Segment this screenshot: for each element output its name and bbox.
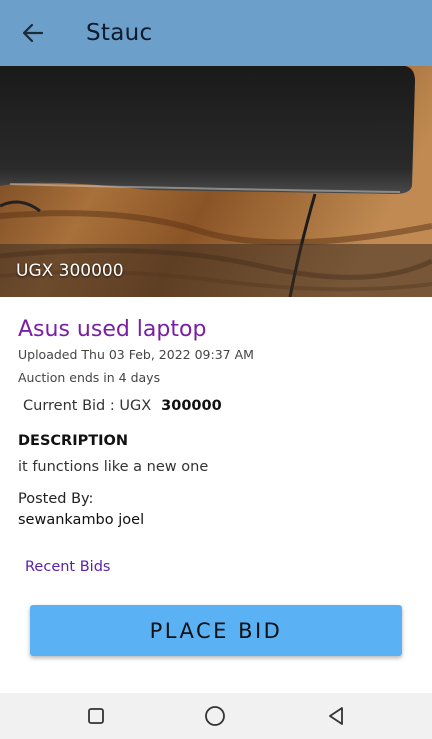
arrow-left-icon: [22, 23, 44, 43]
app-title: Stauc: [86, 20, 153, 46]
system-nav-bar: [0, 693, 432, 739]
description-text: it functions like a new one: [18, 459, 209, 475]
recents-button[interactable]: [85, 705, 107, 727]
price-overlay: UGX 300000: [0, 244, 432, 297]
recent-bids-link[interactable]: Recent Bids: [25, 559, 110, 575]
back-button[interactable]: [16, 16, 50, 50]
system-back-button[interactable]: [325, 705, 347, 727]
posted-by-name: sewankambo joel: [18, 512, 145, 528]
place-bid-button[interactable]: PLACE BID: [30, 605, 402, 656]
upload-date: Uploaded Thu 03 Feb, 2022 09:37 AM: [18, 347, 254, 362]
circle-icon: [205, 706, 225, 726]
posted-by-label: Posted By:: [18, 491, 94, 507]
current-bid-value: 300000: [161, 398, 222, 414]
square-icon: [88, 708, 104, 724]
home-button[interactable]: [204, 705, 226, 727]
current-bid-label: Current Bid : UGX: [23, 398, 152, 414]
triangle-back-icon: [329, 707, 343, 725]
auction-ends: Auction ends in 4 days: [18, 370, 161, 385]
listing-title: Asus used laptop: [18, 317, 207, 342]
current-bid: Current Bid : UGX 300000: [23, 398, 222, 414]
price-overlay-text: UGX 300000: [16, 260, 124, 281]
listing-image: UGX 300000: [0, 66, 432, 297]
app-bar: Stauc: [0, 0, 432, 66]
description-heading: DESCRIPTION: [18, 433, 128, 449]
